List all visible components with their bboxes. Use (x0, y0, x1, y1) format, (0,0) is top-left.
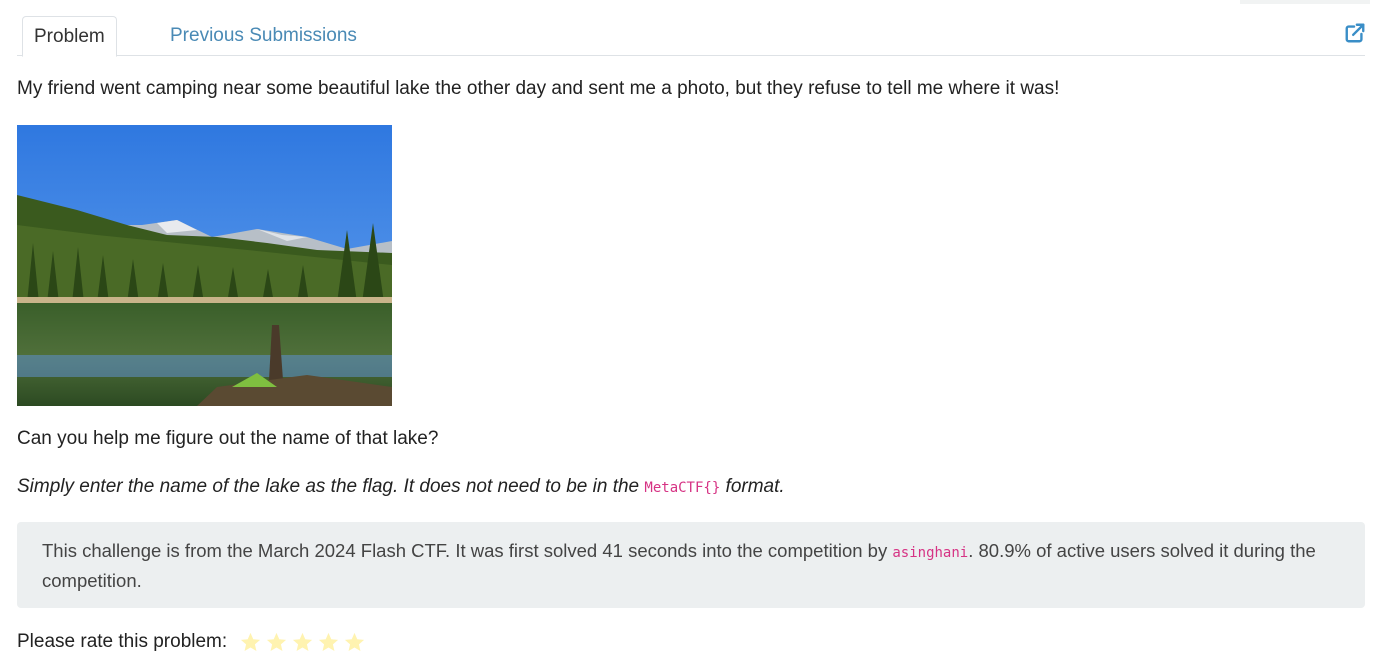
rating-label: Please rate this problem: (17, 631, 228, 652)
external-link-icon[interactable] (1344, 22, 1366, 44)
info-text-before: This challenge is from the March 2024 Fl… (42, 540, 893, 561)
note-text-before: Simply enter the name of the lake as the… (17, 476, 645, 497)
rating-row: Please rate this problem: (17, 628, 366, 656)
problem-intro: My friend went camping near some beautif… (17, 78, 1060, 99)
flag-format-code: MetaCTF{} (644, 480, 721, 496)
star-icon[interactable] (239, 631, 262, 654)
first-solver-username: asinghani (892, 545, 969, 561)
note-text-after: format. (720, 476, 785, 497)
tab-problem[interactable]: Problem (22, 16, 117, 57)
rating-stars (239, 631, 366, 654)
star-icon[interactable] (343, 631, 366, 654)
lake-photo (17, 125, 392, 406)
tab-previous-submissions[interactable]: Previous Submissions (159, 16, 368, 56)
problem-note: Simply enter the name of the lake as the… (17, 474, 785, 501)
star-icon[interactable] (291, 631, 314, 654)
challenge-info-box: This challenge is from the March 2024 Fl… (17, 522, 1365, 608)
star-icon[interactable] (265, 631, 288, 654)
tab-bar: Problem Previous Submissions (17, 16, 1365, 57)
star-icon[interactable] (317, 631, 340, 654)
top-strip (1240, 0, 1370, 4)
problem-question: Can you help me figure out the name of t… (17, 428, 439, 449)
